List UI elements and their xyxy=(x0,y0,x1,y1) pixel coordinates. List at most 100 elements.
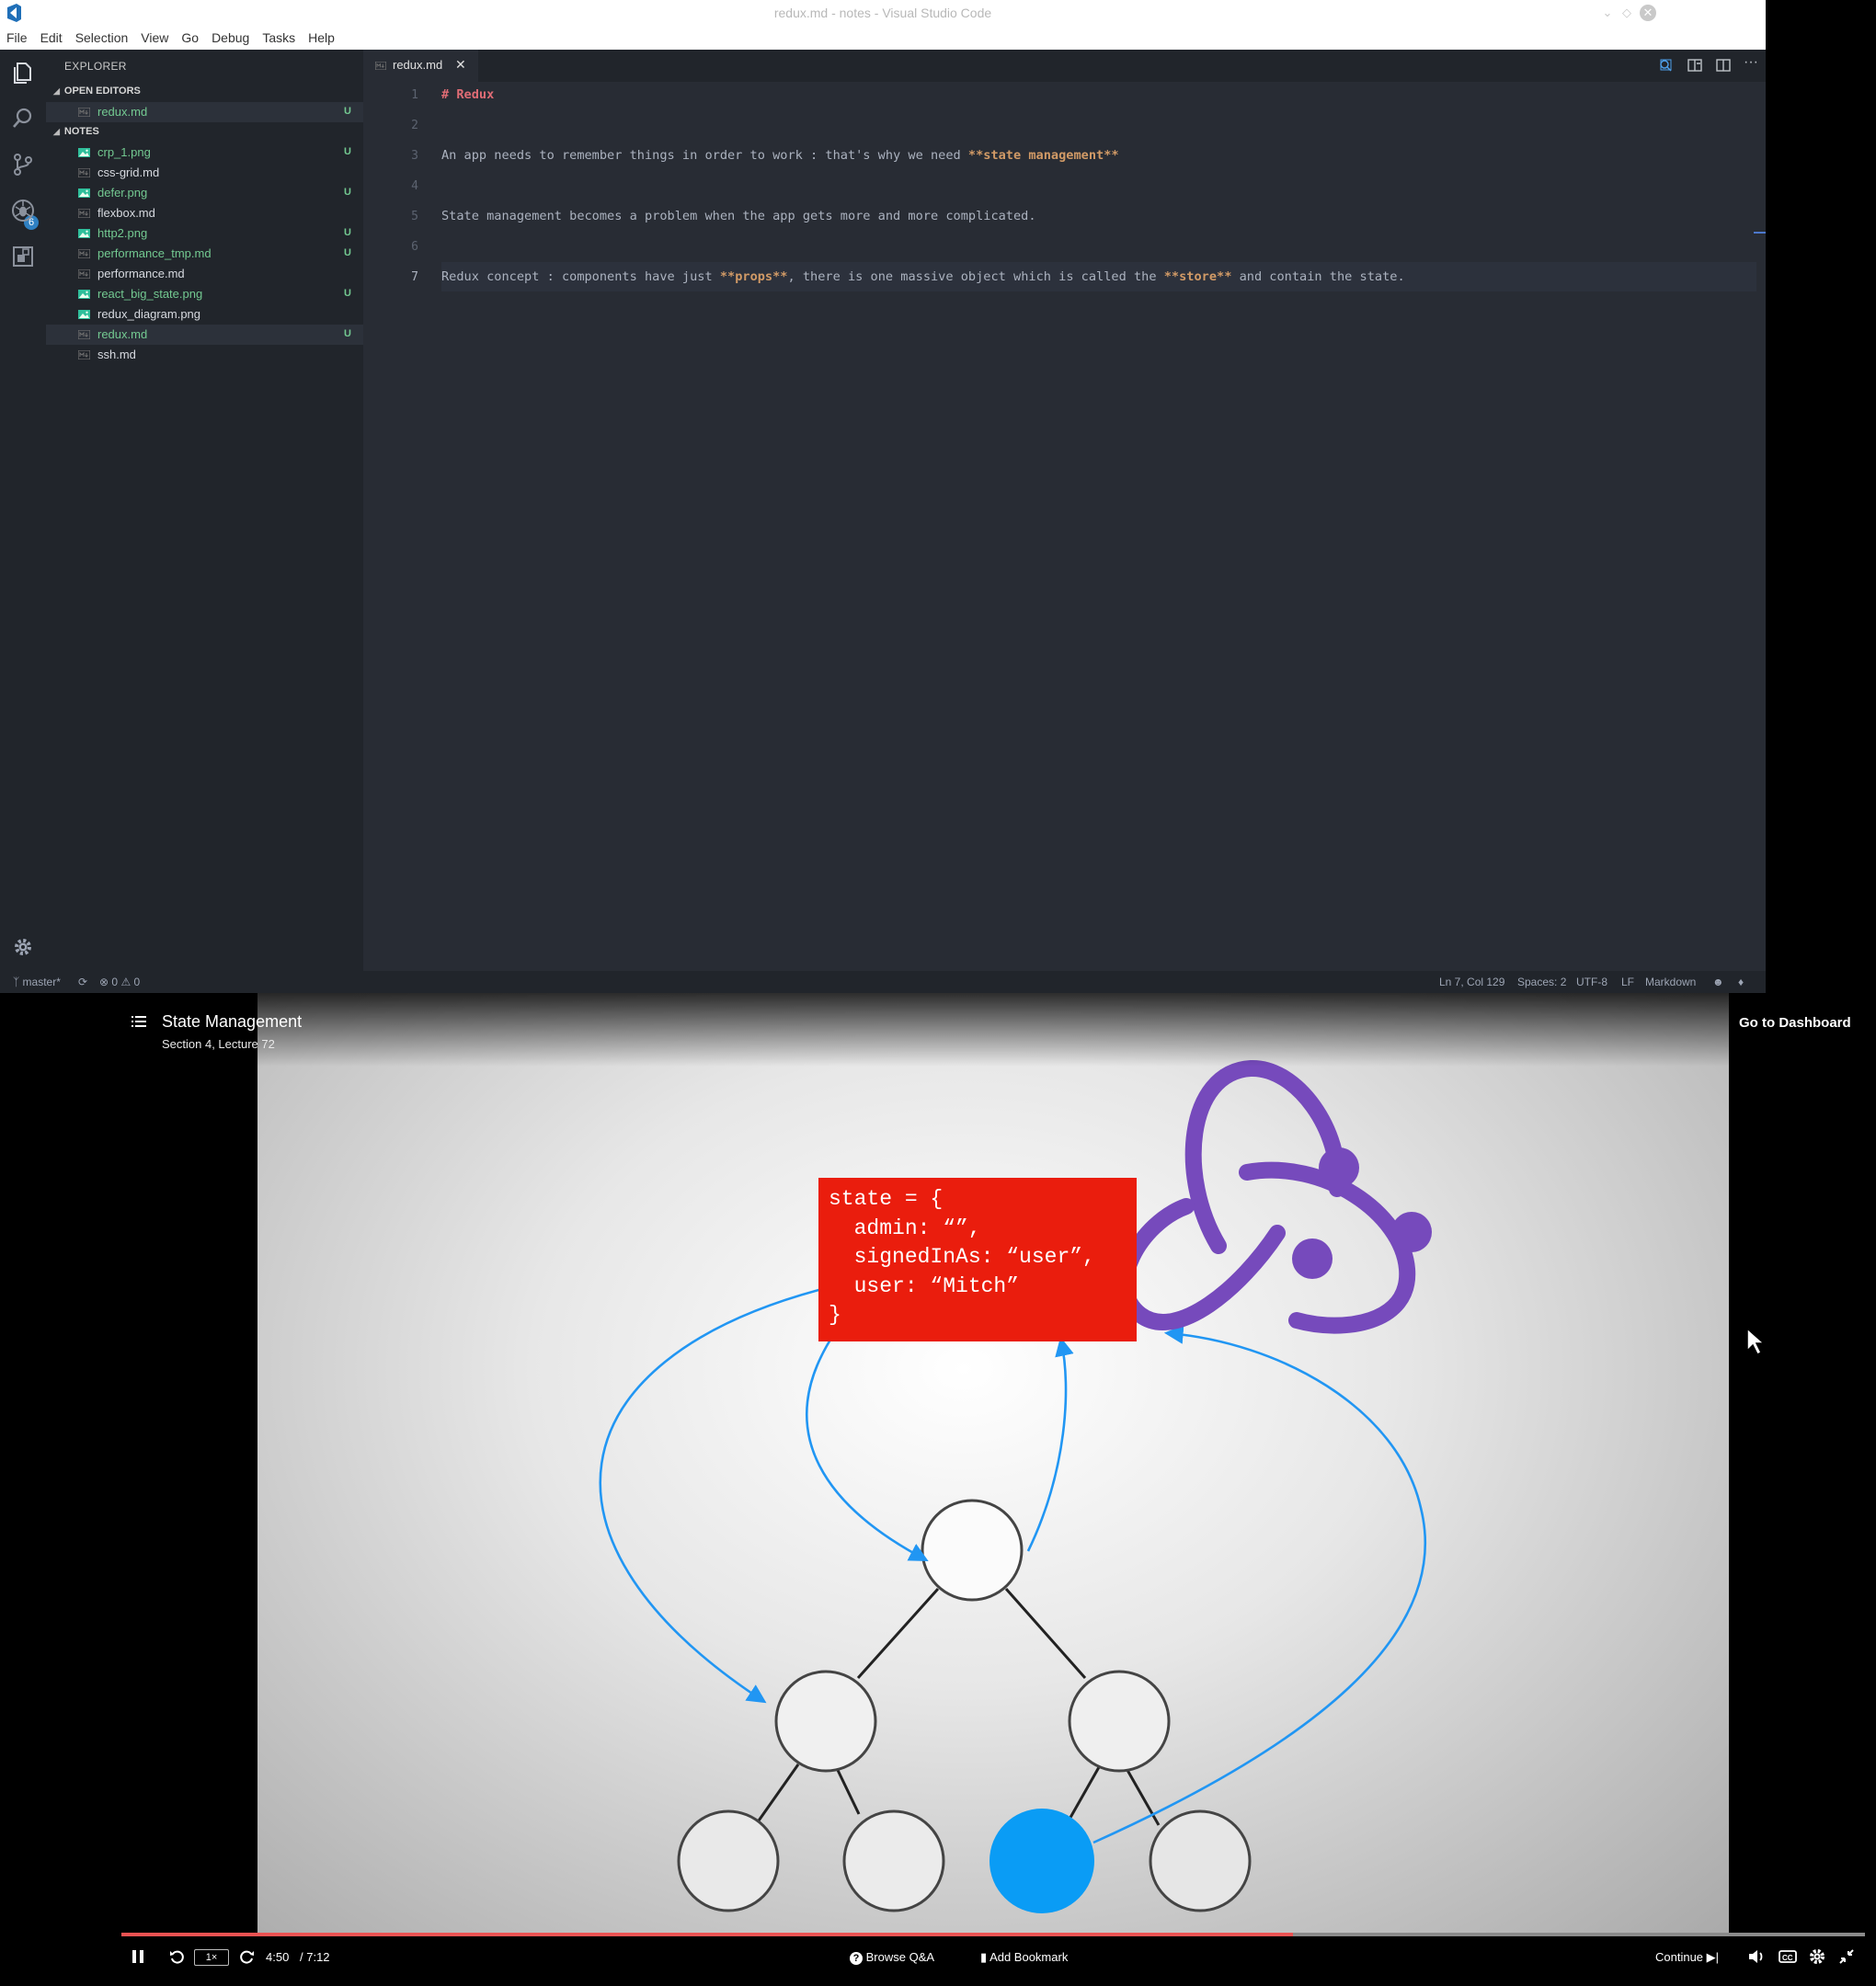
menu-view[interactable]: View xyxy=(134,26,175,45)
line-ending[interactable]: LF xyxy=(1621,976,1634,988)
search-icon[interactable] xyxy=(10,106,36,131)
file-name: defer.png xyxy=(97,186,148,200)
git-status: U xyxy=(344,227,351,238)
file-item[interactable]: redux_diagram.png xyxy=(46,304,363,325)
file-item[interactable]: redux.md U xyxy=(46,325,363,345)
file-item[interactable]: http2.png U xyxy=(46,223,363,244)
file-item[interactable]: react_big_state.png U xyxy=(46,284,363,304)
svg-text:CC: CC xyxy=(1782,1954,1793,1962)
menu-debug[interactable]: Debug xyxy=(205,26,256,45)
tree-nodes xyxy=(677,1499,1252,1912)
md-bold: **state management** xyxy=(967,148,1119,163)
language-mode[interactable]: Markdown xyxy=(1645,976,1696,988)
more-actions-icon[interactable]: ··· xyxy=(1743,54,1759,71)
tab-bar: redux.md ✕ ··· xyxy=(363,50,1766,82)
image-file-icon xyxy=(78,310,90,319)
lecture-subtitle: Section 4, Lecture 72 xyxy=(162,1037,275,1051)
video-progress-bar[interactable] xyxy=(121,1933,1865,1936)
menu-go[interactable]: Go xyxy=(175,26,205,45)
menu-tasks[interactable]: Tasks xyxy=(256,26,302,45)
menu-help[interactable]: Help xyxy=(302,26,341,45)
md-bold: **store** xyxy=(1163,269,1232,284)
lecture-title: State Management xyxy=(162,1012,303,1031)
source-control-icon[interactable] xyxy=(10,152,36,177)
continue-button[interactable]: Continue ▶| xyxy=(1655,1950,1719,1965)
file-item[interactable]: performance_tmp.md U xyxy=(46,244,363,264)
captions-icon[interactable]: CC xyxy=(1779,1947,1797,1966)
tree-node xyxy=(1068,1670,1171,1773)
sync-icon[interactable]: ⟳ xyxy=(78,976,87,988)
code-line-5[interactable]: State management becomes a problem when … xyxy=(441,209,1036,223)
file-name: react_big_state.png xyxy=(97,287,203,301)
minimize-icon[interactable]: ⌄ xyxy=(1599,5,1616,21)
root-node xyxy=(921,1499,1024,1602)
state-code-box: state = { admin: “”, signedInAs: “user”,… xyxy=(818,1178,1137,1341)
encoding[interactable]: UTF-8 xyxy=(1576,976,1607,988)
settings-gear-icon[interactable] xyxy=(12,936,34,958)
caret-down-icon: ◢ xyxy=(53,86,60,96)
extensions-icon[interactable] xyxy=(10,244,36,269)
open-changes-icon[interactable] xyxy=(1658,57,1675,74)
file-item[interactable]: flexbox.md xyxy=(46,203,363,223)
code-line-7[interactable]: Redux concept : components have just **p… xyxy=(441,269,1405,284)
overview-ruler-mark xyxy=(1754,232,1766,234)
branch-icon: ᛉ xyxy=(13,976,20,988)
file-item[interactable]: crp_1.png U xyxy=(46,143,363,163)
notifications-bell-icon[interactable]: ♦ xyxy=(1738,976,1744,988)
cursor-position[interactable]: Ln 7, Col 129 xyxy=(1439,976,1504,988)
menu-file[interactable]: File xyxy=(0,26,34,45)
rewind-icon[interactable] xyxy=(168,1947,187,1966)
forward-icon[interactable] xyxy=(237,1947,256,1966)
files-icon[interactable] xyxy=(10,60,36,86)
curriculum-list-icon[interactable] xyxy=(132,1014,146,1029)
git-status: U xyxy=(344,328,351,339)
code-line-1[interactable]: # Redux xyxy=(441,87,494,102)
add-bookmark-button[interactable]: ▮ Add Bookmark xyxy=(980,1950,1068,1965)
open-editor-item[interactable]: redux.md U xyxy=(46,102,363,122)
code-line-3[interactable]: An app needs to remember things in order… xyxy=(441,148,1119,163)
indentation[interactable]: Spaces: 2 xyxy=(1517,976,1566,988)
go-to-dashboard-link[interactable]: Go to Dashboard xyxy=(1739,1015,1851,1031)
menu-bar: File Edit Selection View Go Debug Tasks Help xyxy=(0,26,1766,50)
vscode-window: redux.md - notes - Visual Studio Code ⌄ … xyxy=(0,0,1766,993)
pause-icon[interactable] xyxy=(129,1947,147,1966)
progress-fill xyxy=(121,1933,1294,1936)
file-name: crp_1.png xyxy=(97,145,151,159)
tab-redux-md[interactable]: redux.md ✕ xyxy=(363,50,478,82)
active-component-node xyxy=(989,1809,1094,1913)
debug-icon[interactable] xyxy=(10,198,36,223)
notes-folder-header[interactable]: ◢ NOTES xyxy=(53,126,99,137)
line-number: 7 xyxy=(411,270,418,284)
video-frame[interactable]: state = { admin: “”, signedInAs: “user”,… xyxy=(257,993,1729,1933)
open-preview-icon[interactable] xyxy=(1687,57,1703,74)
open-editors-header[interactable]: ◢ OPEN EDITORS xyxy=(53,86,141,97)
playback-speed-button[interactable]: 1× xyxy=(194,1949,229,1966)
file-name: redux.md xyxy=(97,327,148,341)
problems-indicator[interactable]: ⊗ 0 ⚠ 0 xyxy=(99,976,140,988)
line-number: 6 xyxy=(411,240,418,254)
tab-close-icon[interactable]: ✕ xyxy=(455,57,466,73)
settings-icon[interactable] xyxy=(1808,1947,1826,1966)
markdown-file-icon xyxy=(78,269,90,279)
markdown-file-icon xyxy=(78,209,90,218)
split-editor-icon[interactable] xyxy=(1715,57,1732,74)
file-item[interactable]: performance.md xyxy=(46,264,363,284)
md-bold: **props** xyxy=(719,269,788,284)
file-item[interactable]: ssh.md xyxy=(46,345,363,365)
feedback-smiley-icon[interactable]: ☻ xyxy=(1712,976,1724,988)
line-number: 4 xyxy=(411,179,418,193)
file-item[interactable]: css-grid.md xyxy=(46,163,363,183)
menu-selection[interactable]: Selection xyxy=(69,26,135,45)
line-number: 1 xyxy=(411,88,418,102)
maximize-icon[interactable]: ◇ xyxy=(1619,5,1635,21)
menu-edit[interactable]: Edit xyxy=(34,26,69,45)
git-branch[interactable]: ᛉ master* xyxy=(13,976,61,988)
browse-qa-button[interactable]: ? Browse Q&A xyxy=(850,1950,934,1965)
exit-fullscreen-icon[interactable] xyxy=(1837,1947,1856,1966)
explorer-title: EXPLORER xyxy=(64,60,127,73)
git-status: U xyxy=(344,106,351,117)
md-text: Redux concept : components have just xyxy=(441,269,720,284)
volume-icon[interactable] xyxy=(1747,1947,1766,1966)
file-item[interactable]: defer.png U xyxy=(46,183,363,203)
close-icon[interactable]: ✕ xyxy=(1640,5,1656,21)
